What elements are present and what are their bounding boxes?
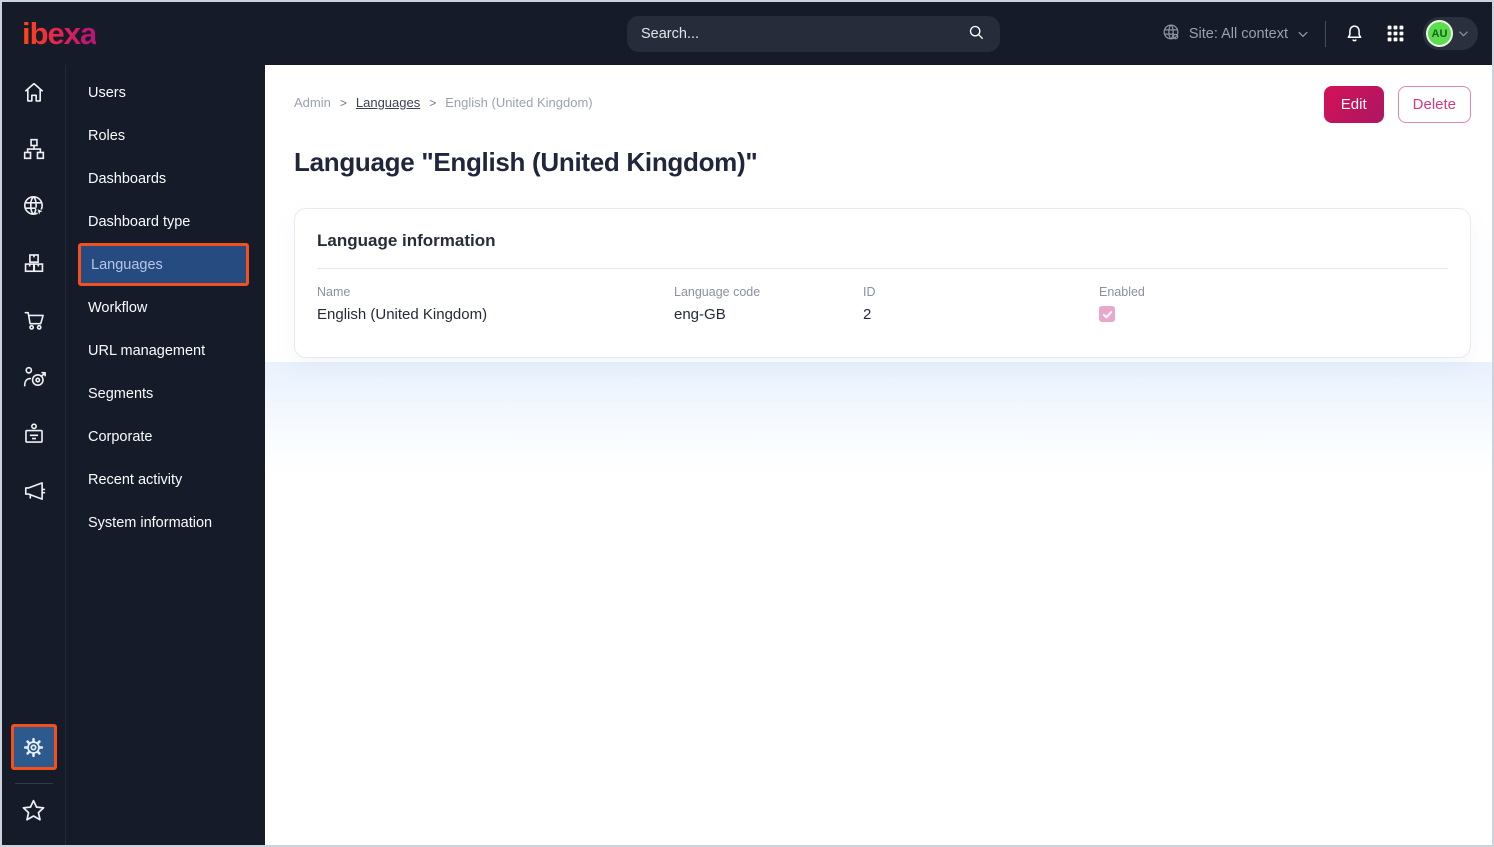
personalization-target-icon[interactable]: [21, 364, 47, 390]
gear-icon: [23, 737, 44, 757]
breadcrumb-separator: >: [339, 95, 347, 110]
icon-sidebar-bottom: [10, 724, 57, 845]
checkmark-icon: [1102, 310, 1112, 318]
globe-site-icon: [1161, 22, 1181, 46]
sidebar-item-users[interactable]: Users: [66, 71, 265, 114]
chevron-down-icon: [1298, 31, 1308, 37]
app-window: ibexa Site: All context: [0, 0, 1494, 847]
language-fields: Name English (United Kingdom) Language c…: [317, 285, 1448, 323]
ibexa-logo[interactable]: ibexa: [22, 16, 97, 52]
search-icon[interactable]: [966, 22, 986, 47]
icon-sidebar: [2, 65, 66, 845]
content-structure-icon[interactable]: [21, 136, 47, 162]
grid-icon: [1387, 25, 1404, 42]
site-context-label: Site: All context: [1188, 25, 1288, 42]
sidebar-item-system-information[interactable]: System information: [66, 501, 265, 544]
sidebar-item-segments[interactable]: Segments: [66, 372, 265, 415]
field-label: ID: [863, 285, 876, 299]
rail-divider: [14, 783, 53, 784]
sidebar-item-languages-selected[interactable]: Languages: [78, 243, 249, 286]
sidebar-item-roles[interactable]: Roles: [66, 114, 265, 157]
field-value: 2: [863, 306, 872, 323]
field-name: Name English (United Kingdom): [317, 285, 674, 323]
page-title: Language "English (United Kingdom)": [294, 147, 758, 177]
delete-button[interactable]: Delete: [1397, 86, 1471, 123]
app-shell: Users Roles Dashboards Dashboard type La…: [2, 65, 1492, 845]
breadcrumb: Admin > Languages > English (United King…: [294, 86, 593, 110]
enabled-checkbox-checked: [1099, 306, 1115, 322]
field-language-code: Language code eng-GB: [674, 285, 863, 323]
sidebar-item-dashboard-type[interactable]: Dashboard type: [66, 200, 265, 243]
commerce-cart-icon[interactable]: [21, 307, 47, 333]
marketing-megaphone-icon[interactable]: [21, 478, 47, 504]
search-input[interactable]: [641, 26, 966, 42]
chevron-down-icon: [1459, 31, 1468, 37]
admin-menu-sidebar: Users Roles Dashboards Dashboard type La…: [66, 65, 265, 845]
top-bar: ibexa Site: All context: [2, 2, 1492, 65]
field-enabled: Enabled: [1099, 285, 1448, 323]
main-content: Admin > Languages > English (United King…: [265, 65, 1492, 845]
sidebar-item-workflow[interactable]: Workflow: [66, 286, 265, 329]
language-information-card: Language information Name English (Unite…: [294, 208, 1471, 358]
notifications-button[interactable]: [1341, 20, 1368, 47]
field-label: Language code: [674, 285, 761, 299]
sidebar-item-corporate[interactable]: Corporate: [66, 415, 265, 458]
background-gradient: [265, 362, 1492, 477]
edit-button[interactable]: Edit: [1323, 86, 1384, 123]
sidebar-item-dashboards[interactable]: Dashboards: [66, 157, 265, 200]
site-context-selector[interactable]: Site: All context: [1161, 22, 1310, 46]
site-globe-icon[interactable]: [21, 193, 47, 219]
products-boxes-icon[interactable]: [21, 250, 47, 276]
breadcrumb-current: English (United Kingdom): [445, 95, 593, 110]
breadcrumb-separator: >: [429, 95, 437, 110]
app-grid-button[interactable]: [1383, 21, 1408, 46]
sidebar-item-recent-activity[interactable]: Recent activity: [66, 458, 265, 501]
settings-button-highlighted[interactable]: [10, 724, 57, 770]
field-label: Name: [317, 285, 351, 299]
topbar-right-cluster: Site: All context AU: [1161, 17, 1478, 50]
topbar-divider: [1325, 20, 1326, 47]
user-menu[interactable]: AU: [1423, 17, 1478, 50]
card-divider: [317, 268, 1448, 269]
field-value: eng-GB: [674, 306, 726, 323]
bookmarks-star-icon[interactable]: [20, 797, 47, 829]
corporate-badge-icon[interactable]: [21, 421, 47, 447]
breadcrumb-admin: Admin: [294, 95, 331, 110]
home-icon[interactable]: [21, 79, 47, 105]
field-value: English (United Kingdom): [317, 306, 488, 323]
card-title: Language information: [317, 231, 496, 250]
breadcrumb-languages-link[interactable]: Languages: [356, 95, 420, 110]
field-label: Enabled: [1099, 285, 1145, 299]
field-id: ID 2: [863, 285, 1099, 323]
bell-icon: [1347, 25, 1362, 42]
page-actions: Edit Delete: [1323, 86, 1471, 123]
sidebar-item-url-management[interactable]: URL management: [66, 329, 265, 372]
avatar[interactable]: AU: [1426, 20, 1453, 47]
global-search[interactable]: [627, 16, 1000, 52]
